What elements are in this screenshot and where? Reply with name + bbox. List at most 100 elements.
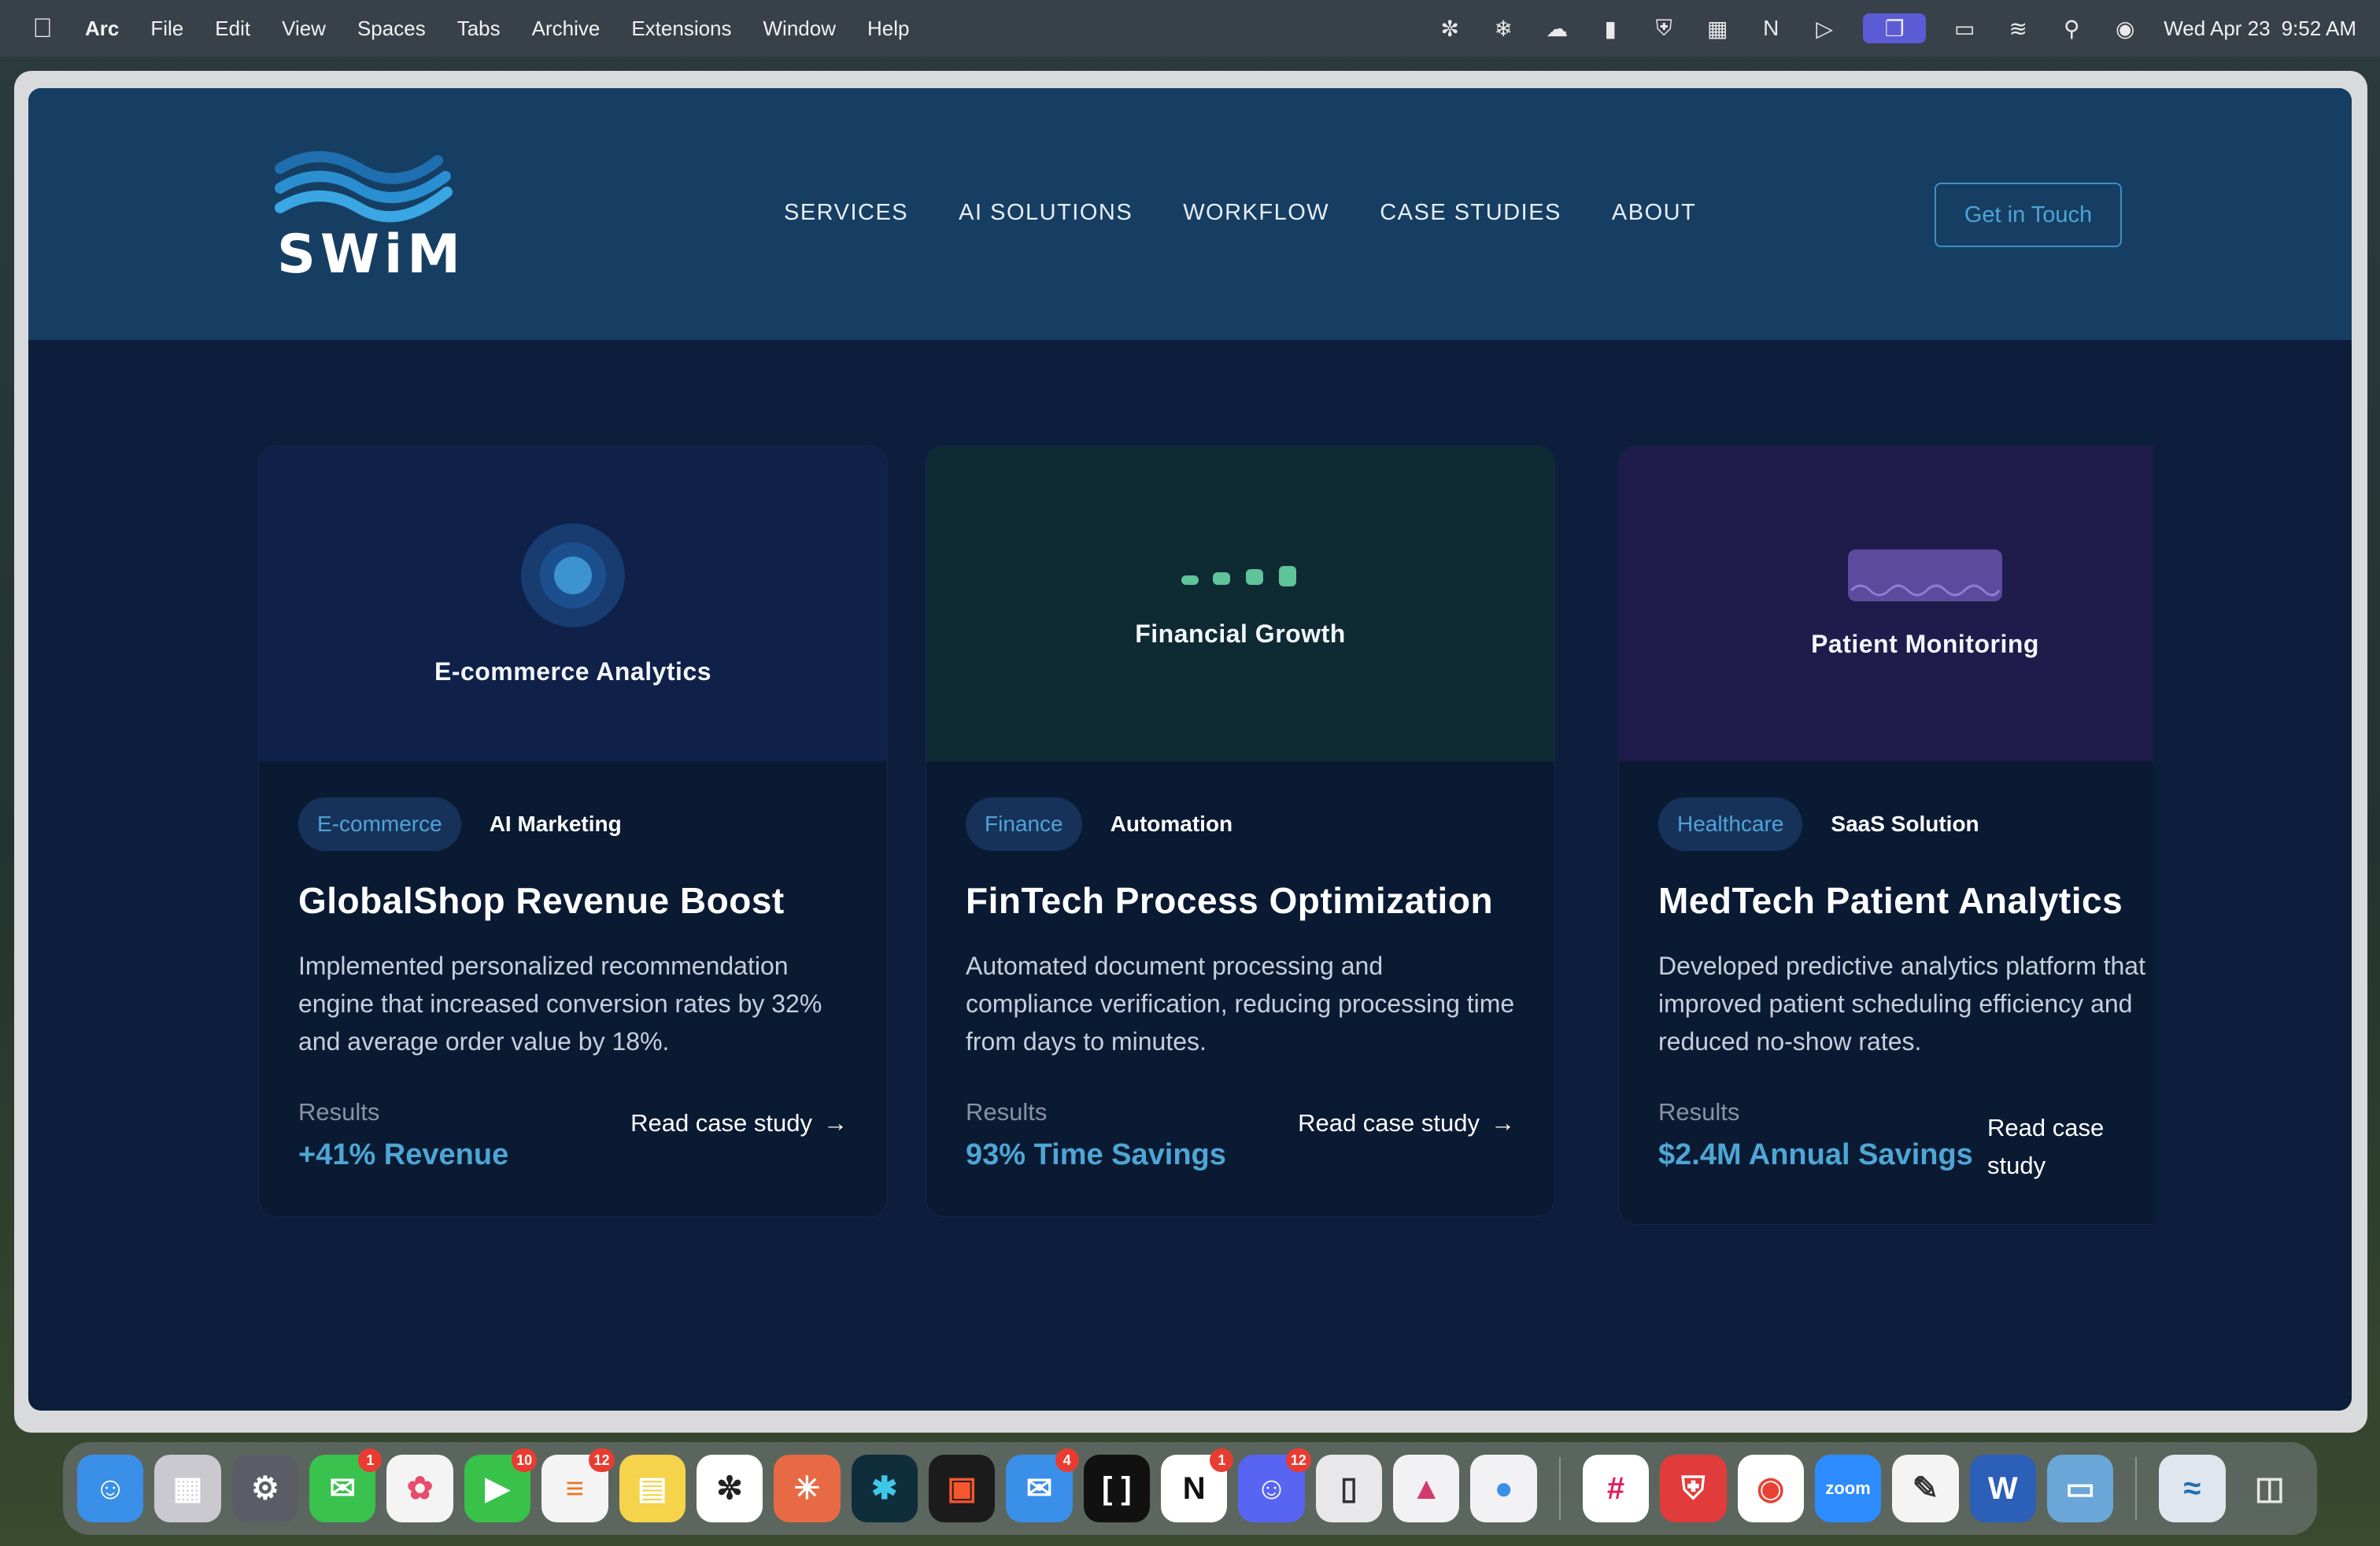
finder-icon[interactable]: ☺: [77, 1455, 144, 1522]
reminders-icon[interactable]: ≡ 12: [541, 1448, 615, 1522]
wifi-icon[interactable]: ≋: [2003, 13, 2033, 43]
menu-tabs[interactable]: Tabs: [457, 17, 501, 41]
craft-icon[interactable]: ▲: [1393, 1455, 1460, 1522]
card-description: Automated document processing and compli…: [966, 952, 1515, 1056]
word-icon[interactable]: W: [1969, 1455, 2036, 1522]
grid-status-icon[interactable]: ▦: [1702, 13, 1732, 43]
case-studies-carousel: E-commerce Analytics E-commerce AI Marke…: [28, 446, 2352, 1327]
read-case-study-label: Read case study: [1987, 1114, 2105, 1179]
card-media: Financial Growth: [926, 446, 1554, 761]
tag-solution: AI Marketing: [489, 812, 622, 836]
keys-app-icon[interactable]: ●: [1470, 1455, 1537, 1522]
badge: 1: [1210, 1448, 1234, 1472]
dock-separator: [2135, 1457, 2138, 1520]
cloud-sync-status-icon[interactable]: ☁: [1542, 13, 1572, 43]
notion-icon[interactable]: N1: [1161, 1448, 1234, 1522]
menu-file[interactable]: File: [150, 17, 183, 41]
search-icon[interactable]: ⚲: [2057, 13, 2086, 43]
read-case-study-link[interactable]: Read case study: [1987, 1109, 2145, 1185]
card-media: E-commerce Analytics: [259, 446, 887, 761]
case-study-card-healthcare[interactable]: Patient Monitoring Healthcare SaaS Solut…: [1618, 446, 2153, 1225]
screenshot-tool-icon[interactable]: [ ]: [1083, 1455, 1151, 1522]
menu-window[interactable]: Window: [763, 17, 836, 41]
badge: 12: [589, 1448, 615, 1472]
case-study-card-finance[interactable]: Financial Growth Finance Automation FinT…: [926, 446, 1555, 1217]
system-settings-icon[interactable]: ⚙: [231, 1455, 299, 1522]
perplexity-icon[interactable]: ✱: [851, 1455, 918, 1522]
zoom-icon[interactable]: zoom: [1814, 1455, 1882, 1522]
tag-industry: E-commerce: [298, 797, 461, 851]
card-media: Patient Monitoring: [1619, 446, 2153, 761]
taskade-icon[interactable]: ▣: [928, 1455, 996, 1522]
shield-app-icon[interactable]: ⛨: [1660, 1455, 1727, 1522]
badge: 1: [358, 1448, 382, 1472]
results-label: Results: [966, 1098, 1048, 1126]
notes-icon[interactable]: ▤: [619, 1455, 686, 1522]
target-circle-icon: [521, 523, 625, 627]
downloads-folder-icon[interactable]: ≈: [2159, 1455, 2226, 1522]
messages-icon[interactable]: ✉ 1: [309, 1448, 382, 1522]
menu-view[interactable]: View: [282, 17, 326, 41]
card-title: FinTech Process Optimization: [966, 880, 1494, 921]
notion-status-icon[interactable]: N: [1756, 13, 1786, 43]
photos-icon[interactable]: ✿: [386, 1455, 453, 1522]
read-case-study-link[interactable]: Read case study →: [1298, 1109, 1515, 1137]
card-media-label: Financial Growth: [1135, 619, 1346, 648]
dock: ☺ ▦ ⚙ ✉ 1 ✿ ▶ 10 ≡ 12 ▤ ✼ ✳ ✱ ▣ ✉ 4 [ ] N1 ☺…: [63, 1442, 2317, 1535]
menu-edit[interactable]: Edit: [215, 17, 250, 41]
menu-archive[interactable]: Archive: [532, 17, 601, 41]
nav-case-studies[interactable]: CASE STUDIES: [1380, 200, 1561, 226]
shield-status-icon[interactable]: ⛨: [1649, 13, 1679, 43]
results-label: Results: [298, 1098, 380, 1126]
tag-solution: SaaS Solution: [1831, 812, 1979, 836]
badge: 12: [1285, 1448, 1311, 1472]
get-in-touch-button[interactable]: Get in Touch: [1935, 183, 2122, 247]
battery-icon[interactable]: ▭: [1949, 13, 1979, 43]
mail-icon[interactable]: ✉ 4: [1006, 1448, 1079, 1522]
screen-sharing-icon[interactable]: ▭: [2046, 1455, 2114, 1522]
nav-services[interactable]: SERVICES: [784, 200, 908, 226]
menu-app-name[interactable]: Arc: [85, 17, 119, 41]
chrome-icon[interactable]: ◉: [1737, 1455, 1804, 1522]
nav-workflow[interactable]: WORKFLOW: [1183, 200, 1329, 226]
site-header: SWiM SERVICES AI SOLUTIONS WORKFLOW CASE…: [28, 88, 2352, 340]
discord-icon[interactable]: ☺ 12: [1238, 1448, 1311, 1522]
case-study-card-ecommerce[interactable]: E-commerce Analytics E-commerce AI Marke…: [258, 446, 888, 1217]
screen-mirror-status-icon[interactable]: ❐: [1863, 13, 1927, 43]
textedit-icon[interactable]: ✎: [1892, 1455, 1959, 1522]
results-value: $2.4M Annual Savings: [1658, 1138, 1973, 1171]
bold-app-status-icon[interactable]: ▮: [1595, 13, 1625, 43]
web-page: SWiM SERVICES AI SOLUTIONS WORKFLOW CASE…: [28, 88, 2352, 1411]
facetime-icon[interactable]: ▶ 10: [464, 1448, 538, 1522]
card-body: Healthcare SaaS Solution MedTech Patient…: [1619, 761, 2153, 1224]
read-case-study-link[interactable]: Read case study →: [630, 1109, 848, 1137]
snowflake-status-icon[interactable]: ❄: [1488, 13, 1518, 43]
menu-help[interactable]: Help: [867, 17, 909, 41]
tag-solution: Automation: [1110, 812, 1233, 836]
control-center-icon[interactable]: ◉: [2110, 13, 2140, 43]
play-status-icon[interactable]: ▷: [1809, 13, 1839, 43]
logo-text[interactable]: SWiM: [277, 224, 465, 286]
claude-icon[interactable]: ✳: [774, 1455, 841, 1522]
apple-icon[interactable]: : [31, 13, 54, 44]
slack-icon[interactable]: #: [1582, 1455, 1650, 1522]
chatgpt-icon[interactable]: ✼: [696, 1455, 763, 1522]
card-media-label: E-commerce Analytics: [434, 656, 712, 686]
menu-extensions[interactable]: Extensions: [631, 17, 731, 41]
nav-about[interactable]: ABOUT: [1612, 200, 1696, 226]
card-body: E-commerce AI Marketing GlobalShop Reven…: [259, 761, 887, 1216]
nav-ai-solutions[interactable]: AI SOLUTIONS: [959, 200, 1133, 226]
menu-clock[interactable]: Wed Apr 23 9:52 AM: [2164, 17, 2356, 41]
dock-separator: [1558, 1457, 1561, 1520]
menu-time: 9:52 AM: [2281, 16, 2356, 40]
arrow-right-icon: →: [1491, 1109, 1515, 1137]
menu-date: Wed Apr 23: [2164, 16, 2271, 40]
launchpad-icon[interactable]: ▦: [154, 1455, 221, 1522]
main-nav: SERVICES AI SOLUTIONS WORKFLOW CASE STUD…: [784, 200, 1696, 226]
openai-status-icon[interactable]: ✼: [1435, 13, 1465, 43]
trash-icon[interactable]: ◫: [2237, 1455, 2303, 1522]
menu-bar:  Arc File Edit View Spaces Tabs Archive…: [0, 0, 2380, 57]
menu-spaces[interactable]: Spaces: [357, 17, 426, 41]
read-case-study-label: Read case study: [630, 1109, 812, 1137]
iphone-mirroring-icon[interactable]: ▯: [1315, 1455, 1383, 1522]
